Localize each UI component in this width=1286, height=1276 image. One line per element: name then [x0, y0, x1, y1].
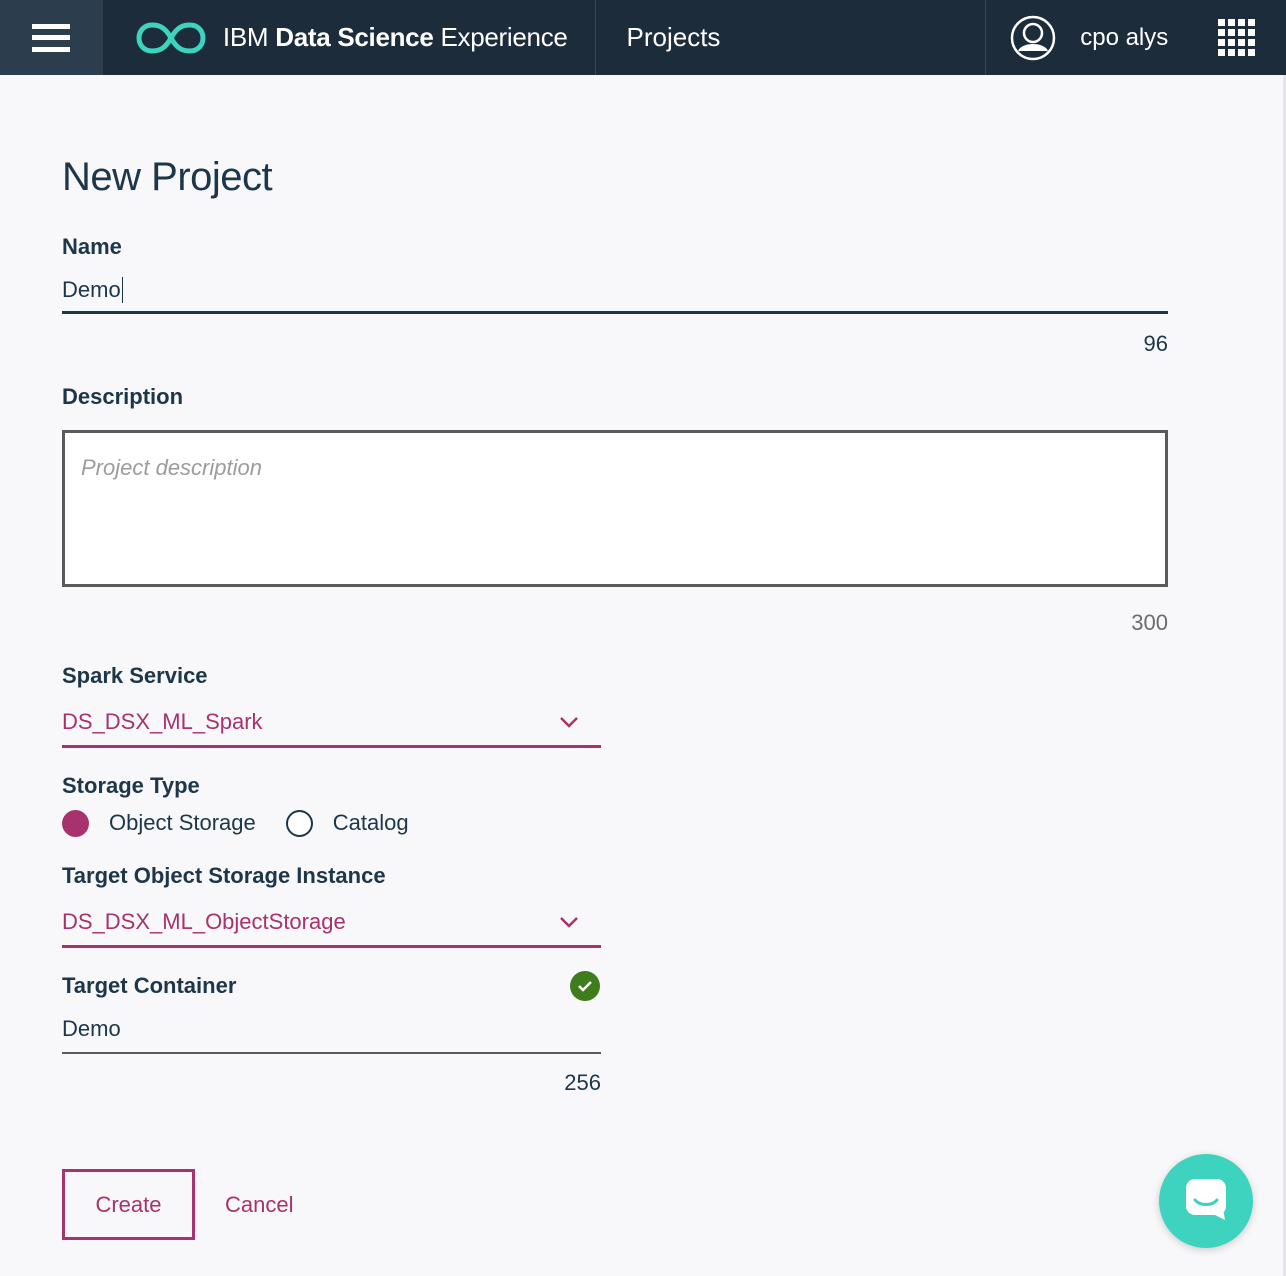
user-menu[interactable]: cpo alys — [986, 0, 1186, 75]
storage-type-label: Storage Type — [62, 773, 200, 798]
radio-unselected-icon — [285, 809, 313, 837]
description-char-counter: 300 — [1131, 610, 1168, 635]
description-textarea[interactable]: Project description — [62, 430, 1168, 587]
app-grid-icon — [1217, 19, 1255, 56]
app-switcher-button[interactable] — [1186, 0, 1286, 75]
description-label: Description — [62, 384, 184, 409]
spark-service-value: DS_DSX_ML_Spark — [62, 708, 263, 734]
radio-selected-icon — [62, 809, 89, 837]
user-avatar-icon — [1010, 15, 1056, 61]
brand-ibm: IBM — [222, 22, 269, 52]
target-instance-value: DS_DSX_ML_ObjectStorage — [62, 908, 346, 934]
chevron-down-icon — [559, 916, 579, 928]
brand-link[interactable]: IBM Data Science Experience — [103, 0, 596, 75]
name-label: Name — [62, 234, 122, 259]
cancel-button[interactable]: Cancel — [225, 1169, 293, 1240]
radio-object-storage[interactable]: Object Storage — [62, 809, 256, 837]
chat-button[interactable] — [1159, 1154, 1253, 1248]
checkmark-icon — [570, 971, 600, 1001]
target-container-char-counter: 256 — [564, 1070, 601, 1095]
target-container-label: Target Container — [62, 973, 237, 998]
radio-object-storage-label: Object Storage — [109, 810, 256, 835]
hamburger-icon — [32, 23, 71, 52]
brand-data-science: Data Science — [275, 22, 434, 52]
name-input-value: Demo — [62, 276, 121, 302]
user-name: cpo alys — [1080, 23, 1169, 51]
target-instance-label: Target Object Storage Instance — [62, 863, 386, 888]
spark-service-label: Spark Service — [62, 663, 208, 688]
target-container-input[interactable]: Demo — [62, 1006, 601, 1054]
target-instance-select[interactable]: DS_DSX_ML_ObjectStorage — [62, 898, 601, 948]
storage-type-radio-group: Object Storage Catalog — [62, 808, 409, 838]
nav-projects[interactable]: Projects — [596, 0, 987, 75]
top-navigation-bar: IBM Data Science Experience Projects cpo… — [0, 0, 1286, 75]
spark-service-select[interactable]: DS_DSX_ML_Spark — [62, 698, 601, 748]
name-input[interactable]: Demo — [62, 268, 1168, 314]
infinity-logo-icon — [135, 21, 207, 55]
create-button[interactable]: Create — [62, 1169, 195, 1240]
menu-button[interactable] — [0, 0, 103, 75]
target-container-value: Demo — [62, 1016, 121, 1041]
chat-bubble-icon — [1183, 1176, 1229, 1227]
brand-experience: Experience — [440, 22, 568, 52]
chevron-down-icon — [559, 716, 579, 728]
text-caret — [121, 276, 123, 303]
radio-catalog-label: Catalog — [332, 810, 409, 835]
description-placeholder: Project description — [81, 455, 262, 480]
page-title: New Project — [62, 155, 273, 199]
name-char-counter: 96 — [1143, 331, 1168, 356]
radio-catalog[interactable]: Catalog — [285, 809, 409, 837]
